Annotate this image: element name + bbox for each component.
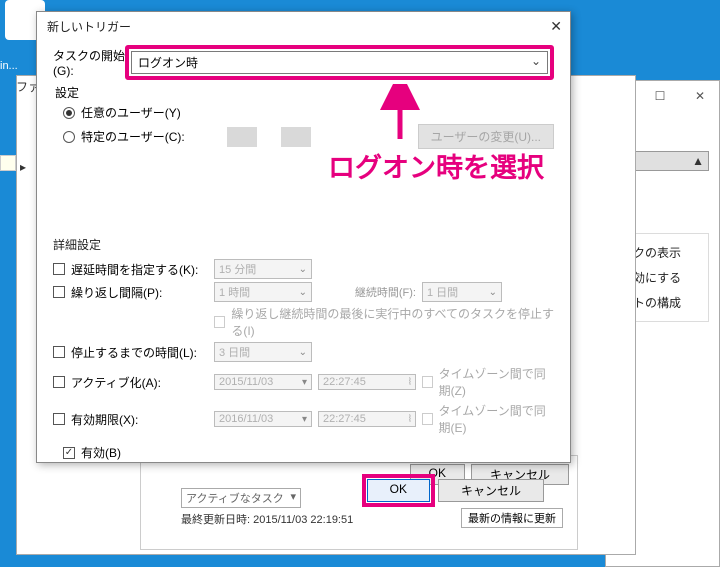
activate-time-value: 22:27:45 xyxy=(323,376,366,388)
task-begin-value: ログオン時 xyxy=(138,54,198,71)
stop-after-checkbox[interactable] xyxy=(53,346,65,358)
activate-date-value: 2015/11/03 xyxy=(219,376,273,388)
repeat-label: 繰り返し間隔(P): xyxy=(71,284,162,301)
repeat-value: 1 時間 xyxy=(219,284,250,300)
chevron-down-icon: ⌄ xyxy=(489,287,497,298)
dialog-title: 新しいトリガー xyxy=(47,18,131,35)
expire-date-value: 2016/11/03 xyxy=(219,413,273,425)
tz-sync-e-checkbox xyxy=(422,413,433,425)
repeat-checkbox[interactable] xyxy=(53,286,65,298)
enabled-label: 有効(B) xyxy=(81,444,121,461)
bg-refresh-button[interactable]: 最新の情報に更新 xyxy=(461,508,563,528)
annotation-callout: ログオン時を選択 xyxy=(328,146,544,185)
spinner-icon: ⦚ xyxy=(409,377,411,388)
cancel-button[interactable]: キャンセル xyxy=(438,479,544,502)
expire-label: 有効期限(X): xyxy=(71,411,138,428)
tz-sync-z-checkbox xyxy=(422,376,433,388)
activate-checkbox[interactable] xyxy=(53,376,65,388)
chevron-down-icon: ⌄ xyxy=(299,264,307,275)
expire-date-input[interactable]: 2016/11/03 ▾ xyxy=(214,411,312,427)
expire-time-value: 22:27:45 xyxy=(323,413,366,425)
maximize-icon[interactable]: ☐ xyxy=(640,82,680,110)
activate-time-input[interactable]: 22:27:45 ⦚ xyxy=(318,374,416,390)
settings-section-label: 設定 xyxy=(55,84,554,101)
task-begin-label: タスクの開始(G): xyxy=(53,47,125,78)
radio-any-user-label: 任意のユーザー(Y) xyxy=(81,104,181,121)
tz-sync-z-label: タイムゾーン間で同期(Z) xyxy=(439,365,554,399)
enabled-checkbox[interactable] xyxy=(63,447,75,459)
desktop-icon-label: in... xyxy=(0,60,18,72)
stop-after-value: 3 日間 xyxy=(219,344,250,360)
annotation-arrow-icon xyxy=(380,84,420,144)
repeat-dropdown[interactable]: 1 時間 ⌄ xyxy=(214,282,312,302)
delay-dropdown[interactable]: 15 分間 ⌄ xyxy=(214,259,312,279)
activate-date-input[interactable]: 2015/11/03 ▾ xyxy=(214,374,312,390)
chevron-down-icon: ⌄ xyxy=(531,54,541,71)
ok-button[interactable]: OK xyxy=(367,479,430,502)
delay-value: 15 分間 xyxy=(219,261,256,277)
redacted-box xyxy=(227,127,257,147)
duration-value: 1 日間 xyxy=(427,284,458,300)
task-begin-dropdown[interactable]: ログオン時 ⌄ xyxy=(131,51,548,74)
radio-specific-user-label: 特定のユーザー(C): xyxy=(81,128,185,145)
delay-checkbox[interactable] xyxy=(53,263,65,275)
close-icon[interactable]: ✕ xyxy=(550,18,562,35)
tz-sync-e-label: タイムゾーン間で同期(E) xyxy=(439,402,554,436)
expire-checkbox[interactable] xyxy=(53,413,65,425)
spinner-icon: ⦚ xyxy=(409,414,411,425)
chevron-down-icon: ▾ xyxy=(302,377,307,388)
chevron-down-icon: ▾ xyxy=(302,414,307,425)
radio-specific-user[interactable] xyxy=(63,131,75,143)
left-toolbar xyxy=(0,155,18,171)
stop-all-label: 繰り返し継続時間の最後に実行中のすべてのタスクを停止する(I) xyxy=(231,305,554,339)
toolbar-icon[interactable] xyxy=(0,155,16,171)
new-trigger-dialog: 新しいトリガー ✕ タスクの開始(G): ログオン時 ⌄ 設定 任意のユーザー(… xyxy=(36,11,571,463)
duration-dropdown[interactable]: 1 日間 ⌄ xyxy=(422,282,502,302)
activate-label: アクティブ化(A): xyxy=(71,374,161,391)
stop-all-checkbox xyxy=(214,316,225,328)
advanced-section-label: 詳細設定 xyxy=(53,236,554,253)
bg-marker: ▸ xyxy=(20,160,26,174)
radio-any-user[interactable] xyxy=(63,107,75,119)
chevron-down-icon: ⌄ xyxy=(299,347,307,358)
stop-after-dropdown[interactable]: 3 日間 ⌄ xyxy=(214,342,312,362)
redacted-box xyxy=(281,127,311,147)
chevron-down-icon: ⌄ xyxy=(299,287,307,298)
bg-last-update: 最終更新日時: 2015/11/03 22:19:51 xyxy=(181,511,353,527)
duration-label: 継続時間(F): xyxy=(318,284,416,300)
delay-label: 遅延時間を指定する(K): xyxy=(71,261,198,278)
expire-time-input[interactable]: 22:27:45 ⦚ xyxy=(318,411,416,427)
chevron-up-icon: ▲ xyxy=(692,154,704,168)
stop-after-label: 停止するまでの時間(L): xyxy=(71,344,197,361)
close-icon[interactable]: ✕ xyxy=(680,82,720,110)
